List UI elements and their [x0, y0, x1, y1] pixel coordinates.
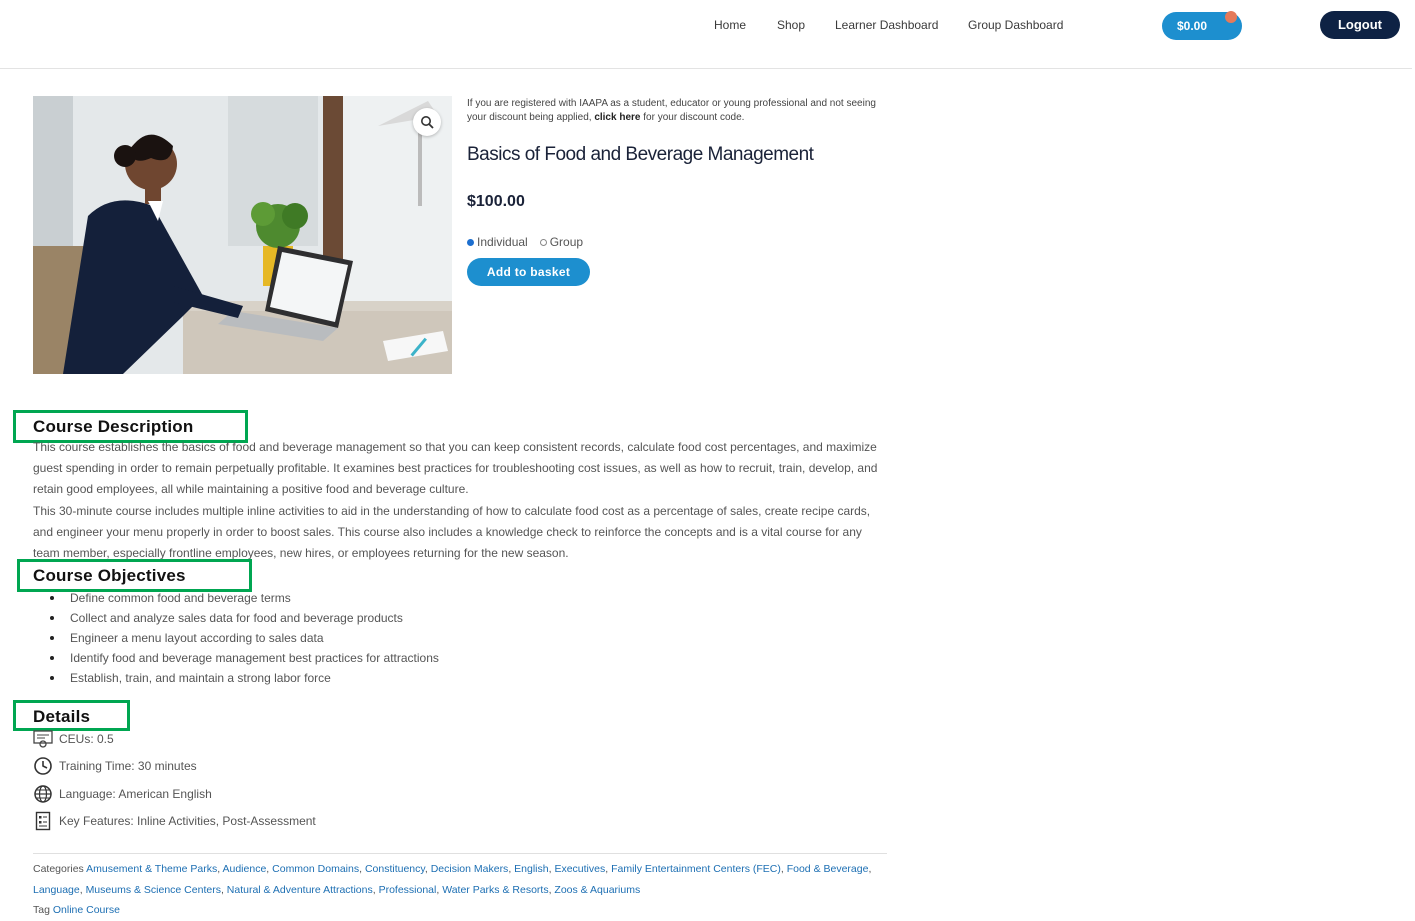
globe-icon [33, 784, 53, 804]
discount-link[interactable]: click here [594, 112, 640, 123]
description-paragraph-2: This 30-minute course includes multiple … [33, 504, 871, 560]
notice-suffix: for your discount code. [643, 112, 745, 123]
category-link[interactable]: Executives [554, 863, 605, 875]
certificate-icon [33, 729, 53, 749]
category-link[interactable]: Professional [379, 884, 437, 896]
option-individual[interactable]: Individual [467, 235, 528, 249]
tag-link[interactable]: Online Course [53, 904, 120, 916]
nav-group-dashboard[interactable]: Group Dashboard [968, 18, 1063, 32]
nav-home[interactable]: Home [714, 18, 746, 32]
description-heading: Course Description [33, 417, 194, 436]
category-link[interactable]: Amusement & Theme Parks [86, 863, 217, 875]
detail-text: Training Time: 30 minutes [59, 759, 197, 773]
discount-notice: If you are registered with IAAPA as a st… [467, 97, 887, 125]
category-link[interactable]: Audience [223, 863, 267, 875]
category-link[interactable]: Family Entertainment Centers (FEC) [611, 863, 781, 875]
list-item: Collect and analyze sales data for food … [48, 608, 439, 628]
nav-shop[interactable]: Shop [777, 18, 805, 32]
radio-unselected-icon[interactable] [539, 238, 547, 246]
category-link[interactable]: Food & Beverage [787, 863, 869, 875]
category-link[interactable]: Decision Makers [431, 863, 509, 875]
objectives-list: Define common food and beverage terms Co… [48, 588, 439, 688]
detail-key-features: Key Features: Inline Activities, Post-As… [33, 811, 316, 831]
add-to-basket-button[interactable]: Add to basket [467, 258, 590, 286]
detail-text: Key Features: Inline Activities, Post-As… [59, 814, 316, 828]
list-item: Identify food and beverage management be… [48, 648, 439, 668]
tag-label: Tag [33, 904, 50, 916]
detail-text: CEUs: 0.5 [59, 732, 114, 746]
details-heading: Details [33, 707, 91, 726]
categories-label: Categories [33, 863, 84, 875]
product-image [33, 96, 452, 374]
logout-button[interactable]: Logout [1320, 11, 1400, 39]
detail-text: Language: American English [59, 787, 212, 801]
site-header: Home Shop Learner Dashboard Group Dashbo… [0, 0, 1412, 69]
detail-language: Language: American English [33, 784, 212, 804]
checklist-icon [33, 811, 53, 831]
search-icon [421, 116, 434, 129]
detail-ceus: CEUs: 0.5 [33, 729, 114, 749]
product-categories: Categories Amusement & Theme Parks, Audi… [33, 859, 893, 901]
category-link[interactable]: Water Parks & Resorts [442, 884, 548, 896]
category-link[interactable]: Natural & Adventure Attractions [227, 884, 373, 896]
product-tags: Tag Online Course [33, 900, 893, 921]
woman-at-laptop-illustration [33, 96, 452, 374]
category-link[interactable]: Language [33, 884, 80, 896]
category-link[interactable]: Constituency [365, 863, 425, 875]
meta-divider [33, 853, 887, 854]
nav-learner-dashboard[interactable]: Learner Dashboard [835, 18, 938, 32]
list-item: Establish, train, and maintain a strong … [48, 668, 439, 688]
category-link[interactable]: English [514, 863, 548, 875]
product-price: $100.00 [467, 193, 525, 210]
detail-training-time: Training Time: 30 minutes [33, 756, 197, 776]
categories-list: Amusement & Theme Parks, Audience, Commo… [33, 863, 872, 896]
option-group[interactable]: Group [539, 235, 584, 249]
purchase-type-options: Individual Group [467, 235, 595, 249]
zoom-button[interactable] [413, 108, 441, 136]
objectives-heading: Course Objectives [33, 566, 186, 585]
clock-icon [33, 756, 53, 776]
option-individual-label: Individual [477, 235, 528, 249]
cart-badge-icon [1225, 11, 1237, 23]
product-title: Basics of Food and Beverage Management [467, 144, 814, 165]
list-item: Engineer a menu layout according to sale… [48, 628, 439, 648]
description-paragraph-1: This course establishes the basics of fo… [33, 440, 878, 496]
category-link[interactable]: Zoos & Aquariums [554, 884, 640, 896]
radio-selected-icon[interactable] [467, 238, 474, 246]
category-link[interactable]: Museums & Science Centers [86, 884, 221, 896]
option-group-label: Group [549, 235, 584, 249]
category-link[interactable]: Common Domains [272, 863, 359, 875]
list-item: Define common food and beverage terms [48, 588, 439, 608]
